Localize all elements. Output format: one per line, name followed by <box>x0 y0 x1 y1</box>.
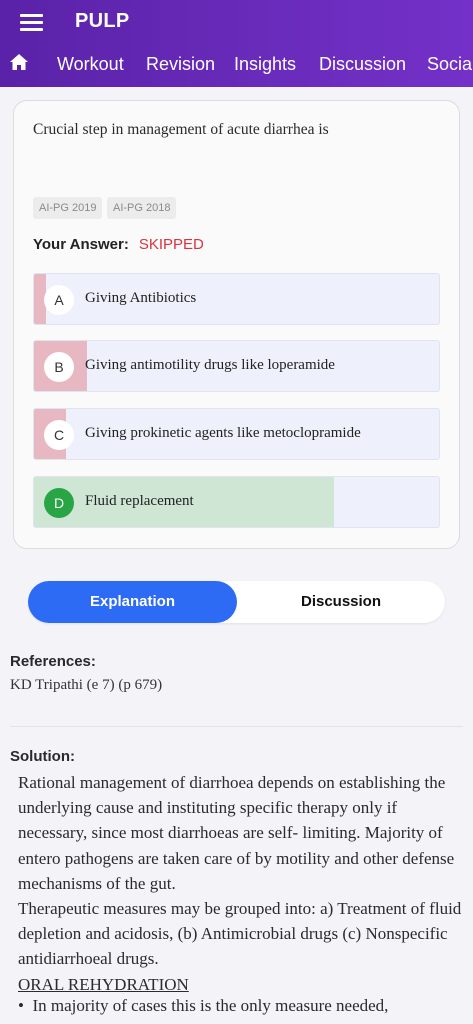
bullet-dot: • <box>18 996 24 1015</box>
nav-discussion[interactable]: Discussion <box>319 54 406 75</box>
option-a-letter: A <box>44 285 74 315</box>
app-bar: PULP Workout Revision Insights Discussio… <box>0 0 473 87</box>
bullet-text: In majority of cases this is the only me… <box>32 996 389 1015</box>
option-d-letter: D <box>44 488 74 518</box>
explanation-tabs: Explanation Discussion <box>28 581 445 623</box>
solution-para-1: Rational management of diarrhoea depends… <box>18 773 455 893</box>
option-b-letter: B <box>44 352 74 382</box>
option-b[interactable]: B Giving antimotility drugs like loperam… <box>33 340 440 392</box>
references-label: References: <box>10 653 96 670</box>
solution-heading: ORAL REHYDRATION <box>18 974 189 994</box>
tab-discussion[interactable]: Discussion <box>237 581 445 623</box>
references-text: KD Tripathi (e 7) (p 679) <box>10 677 163 693</box>
app-title: PULP <box>75 10 130 32</box>
question-text: Crucial step in management of acute diar… <box>33 121 329 138</box>
tag-aipg-2018: AI-PG 2018 <box>107 197 177 219</box>
solution-label: Solution: <box>10 748 75 765</box>
top-nav: Workout Revision Insights Discussion Soc… <box>0 44 473 84</box>
solution-bullet: • In majority of cases this is the only … <box>18 996 388 1016</box>
nav-insights[interactable]: Insights <box>234 54 296 75</box>
your-answer-value: SKIPPED <box>138 236 204 253</box>
option-d-text: Fluid replacement <box>85 493 194 509</box>
solution-body: Rational management of diarrhoea depends… <box>18 770 466 997</box>
your-answer-label: Your Answer: <box>33 236 129 253</box>
app-bar-top-row: PULP <box>0 0 473 44</box>
nav-social[interactable]: Social <box>427 54 473 75</box>
your-answer: Your Answer: SKIPPED <box>33 236 204 253</box>
option-d[interactable]: D Fluid replacement <box>33 476 440 528</box>
tab-explanation[interactable]: Explanation <box>28 581 237 623</box>
menu-icon[interactable] <box>20 14 43 31</box>
option-a[interactable]: A Giving Antibiotics <box>33 273 440 325</box>
nav-workout[interactable]: Workout <box>57 54 124 75</box>
option-c[interactable]: C Giving prokinetic agents like metoclop… <box>33 408 440 460</box>
option-c-text: Giving prokinetic agents like metoclopra… <box>85 425 361 441</box>
nav-revision[interactable]: Revision <box>146 54 215 75</box>
solution-para-2: Therapeutic measures may be grouped into… <box>18 899 462 969</box>
option-a-text: Giving Antibiotics <box>85 290 197 306</box>
divider <box>10 726 463 727</box>
option-c-letter: C <box>44 420 74 450</box>
tag-aipg-2019: AI-PG 2019 <box>33 197 103 219</box>
home-icon[interactable] <box>9 52 29 72</box>
option-b-text: Giving antimotility drugs like loperamid… <box>85 357 335 373</box>
